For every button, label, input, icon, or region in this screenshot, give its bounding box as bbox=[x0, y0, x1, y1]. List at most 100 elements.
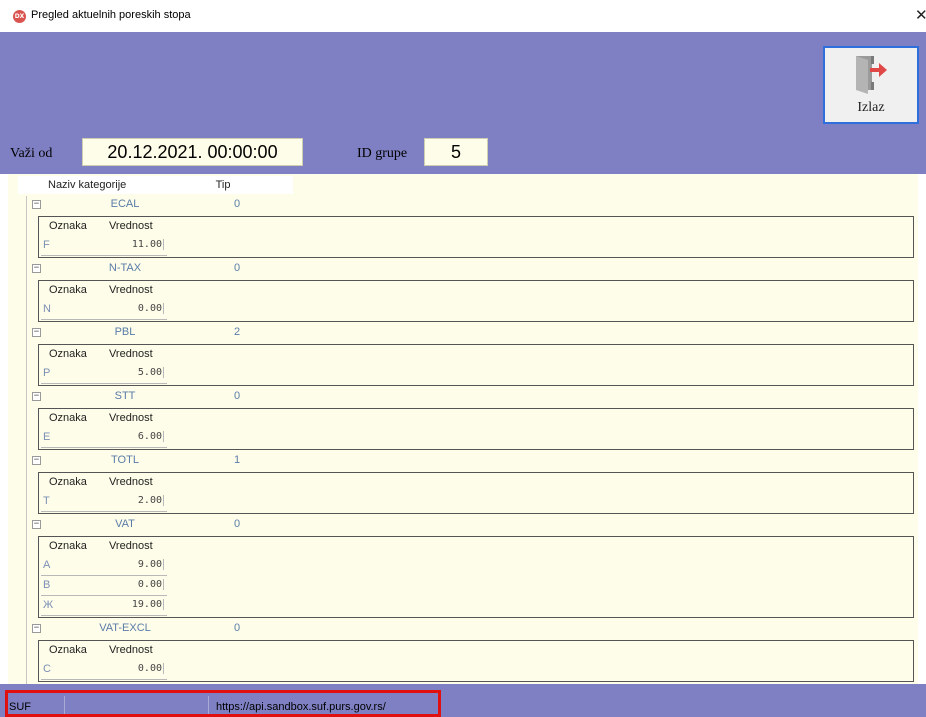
detail-header-oznaka[interactable]: Oznaka bbox=[49, 412, 87, 424]
group-row[interactable]: − ECAL 0 bbox=[18, 196, 918, 214]
title-bar: DX Pregled aktuelnih poreskih stopa ✕ bbox=[0, 0, 926, 32]
rate-row[interactable]: B 0.00 bbox=[41, 577, 167, 596]
group-stt: − STT 0 Oznaka Vrednost E 6.00 bbox=[8, 388, 918, 452]
detail-header-vrednost[interactable]: Vrednost bbox=[109, 476, 153, 488]
column-header-naziv[interactable]: Naziv kategorije bbox=[18, 176, 153, 194]
id-grupe-label: ID grupe bbox=[357, 146, 408, 161]
rate-code: B bbox=[43, 579, 51, 591]
detail-header-vrednost[interactable]: Vrednost bbox=[109, 540, 153, 552]
group-n-tax: − N-TAX 0 Oznaka Vrednost N 0.00 bbox=[8, 260, 918, 324]
rate-value: 0.00 bbox=[137, 303, 164, 314]
category-name: VAT-EXCL bbox=[99, 622, 151, 634]
collapse-icon[interactable]: − bbox=[32, 264, 41, 273]
rate-code: E bbox=[43, 431, 51, 443]
category-tip: 0 bbox=[234, 262, 241, 274]
collapse-icon[interactable]: − bbox=[32, 392, 41, 401]
detail-header-oznaka[interactable]: Oznaka bbox=[49, 220, 87, 232]
rate-row[interactable]: A 9.00 bbox=[41, 557, 167, 576]
rate-value: 6.00 bbox=[137, 431, 164, 442]
rate-code: C bbox=[43, 663, 51, 675]
detail-header-oznaka[interactable]: Oznaka bbox=[49, 348, 87, 360]
group-row[interactable]: − PBL 2 bbox=[18, 324, 918, 342]
detail-header-vrednost[interactable]: Vrednost bbox=[109, 284, 153, 296]
detail-header-oznaka[interactable]: Oznaka bbox=[49, 284, 87, 296]
rate-row[interactable]: P 5.00 bbox=[41, 365, 167, 384]
collapse-icon[interactable]: − bbox=[32, 200, 41, 209]
detail-grid: Oznaka Vrednost A 9.00 B 0.00 Ж 19.00 bbox=[38, 536, 914, 618]
column-header-tip[interactable]: Tip bbox=[153, 176, 293, 194]
detail-header-vrednost[interactable]: Vrednost bbox=[109, 220, 153, 232]
rate-code: F bbox=[43, 239, 50, 251]
vazi-od-field[interactable]: 20.12.2021. 00:00:00 bbox=[82, 138, 303, 166]
detail-header-oznaka[interactable]: Oznaka bbox=[49, 476, 87, 488]
detail-header-vrednost[interactable]: Vrednost bbox=[109, 412, 153, 424]
rate-code: P bbox=[43, 367, 51, 379]
detail-grid: Oznaka Vrednost E 6.00 bbox=[38, 408, 914, 450]
rate-value: 9.00 bbox=[137, 559, 164, 570]
detail-header-oznaka[interactable]: Oznaka bbox=[49, 540, 87, 552]
category-tip: 0 bbox=[234, 622, 241, 634]
category-name: PBL bbox=[114, 326, 136, 338]
tax-rates-grid: Naziv kategorije Tip − ECAL 0 Oznaka Vrednos… bbox=[8, 174, 918, 684]
rate-value: 0.00 bbox=[137, 663, 164, 674]
filter-bar: Važi od 20.12.2021. 00:00:00 ID grupe 5 bbox=[0, 130, 926, 174]
rate-code: Ж bbox=[43, 599, 54, 611]
rate-row[interactable]: C 0.00 bbox=[41, 661, 167, 680]
rate-row[interactable]: F 11.00 bbox=[41, 237, 167, 256]
detail-grid: Oznaka Vrednost C 0.00 bbox=[38, 640, 914, 682]
category-tip: 2 bbox=[234, 326, 241, 338]
rate-code: A bbox=[43, 559, 51, 571]
collapse-icon[interactable]: − bbox=[32, 520, 41, 529]
group-totl: − TOTL 1 Oznaka Vrednost T 2.00 bbox=[8, 452, 918, 516]
rate-value: 2.00 bbox=[137, 495, 164, 506]
detail-header-vrednost[interactable]: Vrednost bbox=[109, 644, 153, 656]
window-title: Pregled aktuelnih poreskih stopa bbox=[31, 9, 191, 21]
exit-door-icon bbox=[856, 56, 887, 94]
collapse-icon[interactable]: − bbox=[32, 328, 41, 337]
category-tip: 1 bbox=[234, 454, 241, 466]
category-name: TOTL bbox=[111, 454, 139, 466]
group-ecal: − ECAL 0 Oznaka Vrednost F 11.00 bbox=[8, 196, 918, 260]
exit-button[interactable]: Izlaz bbox=[823, 46, 919, 124]
id-grupe-field[interactable]: 5 bbox=[424, 138, 488, 166]
category-tip: 0 bbox=[234, 518, 241, 530]
category-tip: 0 bbox=[234, 198, 241, 210]
close-icon[interactable]: ✕ bbox=[915, 6, 926, 24]
group-row[interactable]: − VAT-EXCL 0 bbox=[18, 620, 918, 638]
group-row[interactable]: − VAT 0 bbox=[18, 516, 918, 534]
toolbar bbox=[0, 32, 926, 130]
category-name: STT bbox=[114, 390, 136, 402]
rate-value: 0.00 bbox=[137, 579, 164, 590]
detail-grid: Oznaka Vrednost T 2.00 bbox=[38, 472, 914, 514]
category-name: ECAL bbox=[110, 198, 140, 210]
exit-label: Izlaz bbox=[857, 100, 885, 115]
vazi-od-label: Važi od bbox=[10, 146, 53, 161]
category-tip: 0 bbox=[234, 390, 241, 402]
rate-value: 11.00 bbox=[131, 239, 164, 250]
group-row[interactable]: − STT 0 bbox=[18, 388, 918, 406]
rate-code: T bbox=[43, 495, 50, 507]
category-name: N-TAX bbox=[108, 262, 142, 274]
category-name: VAT bbox=[115, 518, 135, 530]
rate-row[interactable]: Ж 19.00 bbox=[41, 597, 167, 616]
rate-row[interactable]: T 2.00 bbox=[41, 493, 167, 512]
detail-grid: Oznaka Vrednost N 0.00 bbox=[38, 280, 914, 322]
detail-grid: Oznaka Vrednost F 11.00 bbox=[38, 216, 914, 258]
detail-header-oznaka[interactable]: Oznaka bbox=[49, 644, 87, 656]
collapse-icon[interactable]: − bbox=[32, 624, 41, 633]
rate-row[interactable]: N 0.00 bbox=[41, 301, 167, 320]
group-row[interactable]: − N-TAX 0 bbox=[18, 260, 918, 278]
detail-header-vrednost[interactable]: Vrednost bbox=[109, 348, 153, 360]
rate-value: 19.00 bbox=[131, 599, 164, 610]
rate-code: N bbox=[43, 303, 51, 315]
detail-grid: Oznaka Vrednost P 5.00 bbox=[38, 344, 914, 386]
group-row[interactable]: − TOTL 1 bbox=[18, 452, 918, 470]
rate-row[interactable]: E 6.00 bbox=[41, 429, 167, 448]
highlight-box bbox=[5, 690, 441, 717]
group-vat: − VAT 0 Oznaka Vrednost A 9.00 B 0.00 Ж 19.00 bbox=[8, 516, 918, 620]
collapse-icon[interactable]: − bbox=[32, 456, 41, 465]
group-vat-excl: − VAT-EXCL 0 Oznaka Vrednost C 0.00 bbox=[8, 620, 918, 684]
app-icon: DX bbox=[13, 10, 26, 23]
group-pbl: − PBL 2 Oznaka Vrednost P 5.00 bbox=[8, 324, 918, 388]
rate-value: 5.00 bbox=[137, 367, 164, 378]
